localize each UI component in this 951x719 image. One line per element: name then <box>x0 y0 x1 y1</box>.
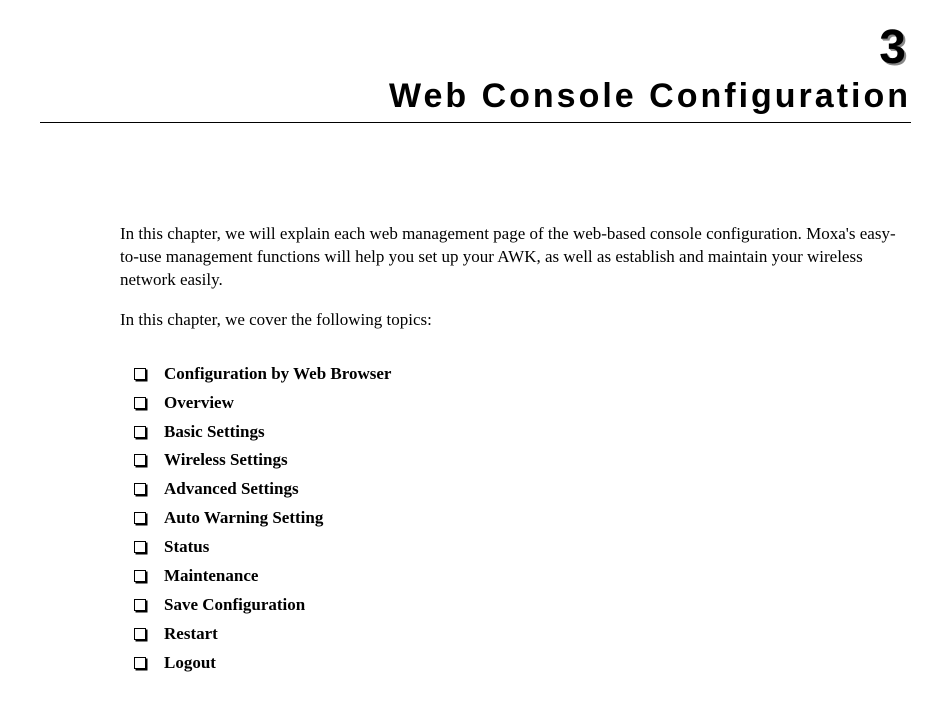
bullet-icon <box>134 368 146 380</box>
topic-label: Maintenance <box>164 562 258 591</box>
bullet-icon <box>134 483 146 495</box>
list-item: Wireless Settings <box>134 446 911 475</box>
page-container: 3 Web Console Configuration In this chap… <box>0 0 951 718</box>
topic-label: Configuration by Web Browser <box>164 360 391 389</box>
chapter-title: Web Console Configuration <box>40 77 911 116</box>
list-item: Save Configuration <box>134 591 911 620</box>
bullet-icon <box>134 512 146 524</box>
bullet-icon <box>134 570 146 582</box>
list-item: Basic Settings <box>134 418 911 447</box>
list-item: Overview <box>134 389 911 418</box>
bullet-icon <box>134 541 146 553</box>
bullet-icon <box>134 454 146 466</box>
bullet-icon <box>134 628 146 640</box>
topics-list: Configuration by Web Browser Overview Ba… <box>134 360 911 678</box>
list-item: Restart <box>134 620 911 649</box>
list-item: Advanced Settings <box>134 475 911 504</box>
topic-label: Wireless Settings <box>164 446 288 475</box>
list-item: Status <box>134 533 911 562</box>
topic-label: Status <box>164 533 209 562</box>
intro-paragraph-2: In this chapter, we cover the following … <box>120 309 911 332</box>
chapter-number: 3 <box>40 20 906 75</box>
topic-label: Advanced Settings <box>164 475 299 504</box>
divider-line <box>40 122 911 123</box>
list-item: Auto Warning Setting <box>134 504 911 533</box>
list-item: Configuration by Web Browser <box>134 360 911 389</box>
intro-paragraph-1: In this chapter, we will explain each we… <box>120 223 911 292</box>
topic-label: Overview <box>164 389 234 418</box>
bullet-icon <box>134 657 146 669</box>
topic-label: Basic Settings <box>164 418 265 447</box>
content-body: In this chapter, we will explain each we… <box>120 223 911 678</box>
topic-label: Save Configuration <box>164 591 305 620</box>
bullet-icon <box>134 426 146 438</box>
bullet-icon <box>134 599 146 611</box>
topic-label: Restart <box>164 620 218 649</box>
topic-label: Auto Warning Setting <box>164 504 323 533</box>
bullet-icon <box>134 397 146 409</box>
list-item: Logout <box>134 649 911 678</box>
list-item: Maintenance <box>134 562 911 591</box>
topic-label: Logout <box>164 649 216 678</box>
